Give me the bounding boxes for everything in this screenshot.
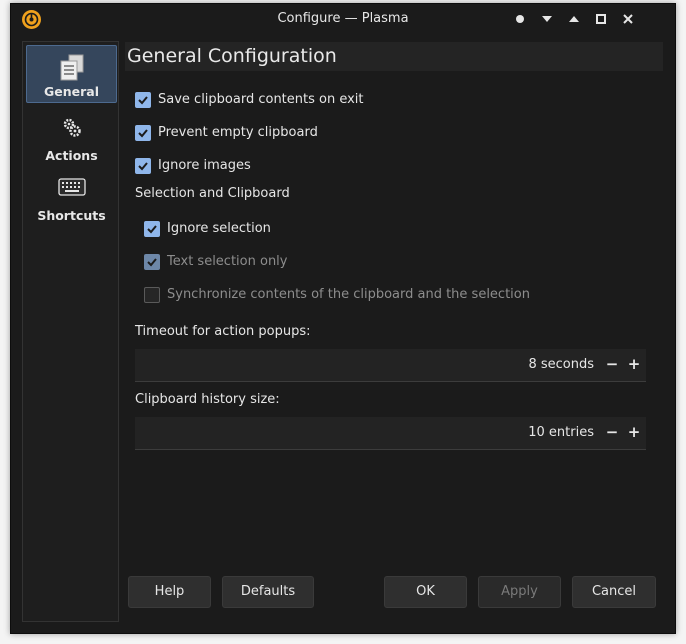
timeout-spinbox[interactable]: 8 seconds − + [135, 349, 646, 382]
text-selection-only-checkbox[interactable] [144, 254, 160, 270]
timeout-increase-button[interactable]: + [626, 355, 642, 373]
save-contents-checkbox[interactable] [135, 92, 151, 108]
ignore-images-checkbox[interactable] [135, 158, 151, 174]
keep-on-top-button[interactable] [512, 11, 528, 27]
synchronize-checkbox[interactable] [144, 287, 160, 303]
history-size-spinbox[interactable]: 10 entries − + [135, 417, 646, 450]
ignore-selection-checkbox[interactable] [144, 221, 160, 237]
close-button[interactable] [620, 11, 636, 27]
keyboard-icon [57, 178, 86, 196]
defaults-button[interactable]: Defaults [222, 576, 314, 608]
sidebar-item-label: Actions [45, 148, 98, 163]
ignore-selection-label: Ignore selection [167, 221, 271, 236]
keep-below-button[interactable] [539, 11, 555, 27]
timeout-decrease-button[interactable]: − [604, 355, 620, 373]
cancel-button[interactable]: Cancel [572, 576, 656, 608]
sidebar-item-label: General [44, 84, 99, 99]
help-button[interactable]: Help [128, 576, 211, 608]
page-title: General Configuration [127, 45, 337, 67]
save-contents-label: Save clipboard contents on exit [158, 92, 364, 107]
keep-above-button[interactable] [566, 11, 582, 27]
maximize-button[interactable] [593, 11, 609, 27]
sidebar: General Actions Shortcuts [22, 41, 119, 622]
gears-icon [63, 118, 81, 137]
title-bar[interactable]: Configure — Plasma [11, 4, 675, 34]
history-size-value: 10 entries [528, 425, 594, 440]
ok-button[interactable]: OK [384, 576, 467, 608]
page-header: General Configuration [125, 42, 663, 71]
history-size-label: Clipboard history size: [135, 392, 280, 407]
sidebar-item-label: Shortcuts [37, 208, 106, 223]
text-selection-only-label: Text selection only [167, 254, 288, 269]
selection-section-label: Selection and Clipboard [135, 186, 290, 201]
timeout-label: Timeout for action popups: [135, 324, 311, 339]
sidebar-item-shortcuts[interactable]: Shortcuts [26, 168, 117, 226]
apply-button[interactable]: Apply [478, 576, 561, 608]
ignore-images-label: Ignore images [158, 158, 251, 173]
documents-icon [60, 54, 83, 81]
prevent-empty-label: Prevent empty clipboard [158, 125, 318, 140]
history-decrease-button[interactable]: − [604, 423, 620, 441]
history-increase-button[interactable]: + [626, 423, 642, 441]
sidebar-item-general[interactable]: General [26, 45, 117, 103]
sidebar-item-actions[interactable]: Actions [26, 108, 117, 166]
synchronize-label: Synchronize contents of the clipboard an… [167, 287, 530, 302]
timeout-value: 8 seconds [528, 357, 594, 372]
prevent-empty-checkbox[interactable] [135, 125, 151, 141]
configure-window: Configure — Plasma General Actions Short… [10, 3, 676, 634]
